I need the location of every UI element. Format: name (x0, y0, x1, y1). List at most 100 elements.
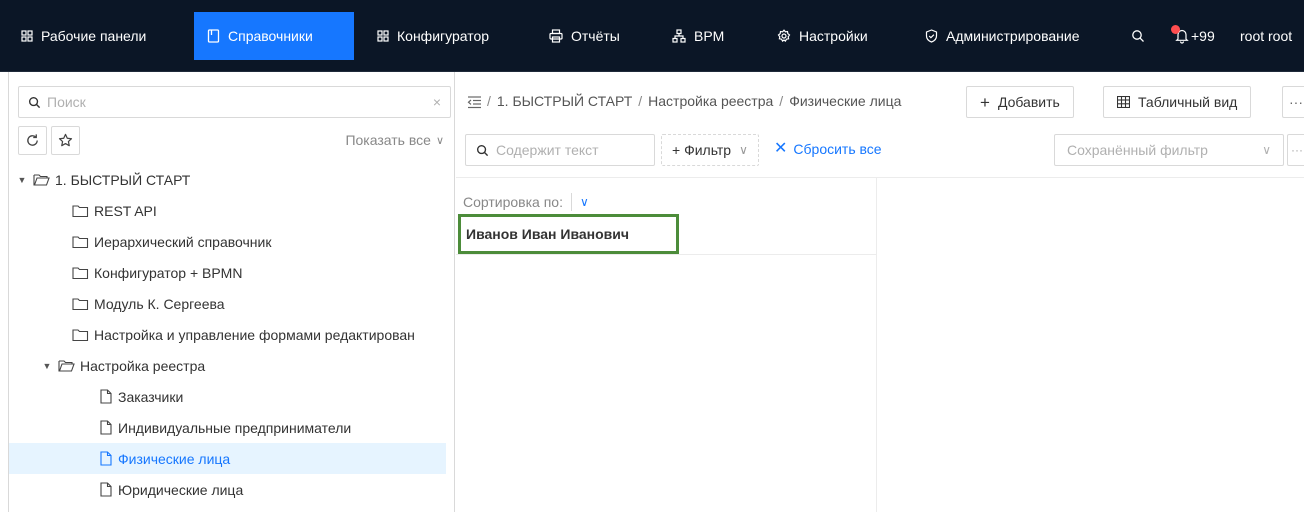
record-name: Иванов Иван Иванович (466, 226, 630, 242)
saved-filter-placeholder: Сохранённый фильтр (1067, 142, 1208, 158)
gear-icon (777, 29, 791, 42)
user-name: root root (1240, 28, 1293, 44)
favorites-button[interactable] (51, 126, 80, 155)
printer-icon (549, 29, 563, 43)
notification-count: +99 (1191, 28, 1215, 44)
tree-item-label: Заказчики (118, 388, 184, 405)
tree-item-label: Конфигуратор + BPMN (94, 264, 243, 281)
table-view-button[interactable]: Табличный вид (1103, 86, 1252, 118)
grid-icon (21, 30, 33, 42)
tree-item-label: Юридические лица (118, 481, 244, 498)
nav-item-label: Отчёты (571, 28, 620, 44)
tree-item-label: Физические лица (118, 450, 231, 467)
shield-check-icon (925, 29, 938, 43)
add-button[interactable]: + Добавить (966, 86, 1074, 118)
file-icon (100, 482, 112, 497)
panel-divider (876, 177, 877, 512)
tree-item-label: Иерархический справочник (94, 233, 272, 250)
add-button-label: Добавить (997, 94, 1060, 110)
refresh-icon (27, 134, 38, 146)
content-search-input[interactable]: Содержит текст (465, 134, 655, 166)
breadcrumb-separator: / (638, 93, 643, 109)
breadcrumb-item-current: Физические лица (789, 93, 902, 109)
nav-item-directories[interactable]: Справочники (194, 12, 354, 60)
directory-sidebar: Поиск × Показать все ∨ ▼ 1. БЫСТРЫЙ СТАР… (8, 72, 455, 512)
chevron-down-icon: ∨ (579, 195, 589, 209)
nav-item-label: Настройки (799, 28, 868, 44)
sitemap-icon (672, 29, 686, 43)
clear-icon[interactable]: × (433, 94, 441, 110)
reset-filters-button[interactable]: ✕ Сбросить все (774, 141, 882, 158)
sort-separator (570, 193, 572, 211)
more-actions-button[interactable]: ··· (1282, 86, 1304, 118)
toolbar-divider (456, 177, 1304, 178)
search-icon (476, 144, 489, 156)
sidebar-toggle-button[interactable] (467, 95, 482, 112)
nav-item-bpm[interactable]: BPM (659, 12, 737, 60)
add-filter-button[interactable]: + Фильтр ∨ (661, 134, 759, 166)
file-icon (100, 451, 112, 466)
folder-icon (72, 328, 89, 341)
reset-filters-label: Сбросить все (793, 141, 882, 157)
tree-item[interactable]: Заказчики (9, 381, 446, 412)
nav-item-settings[interactable]: Настройки (764, 12, 881, 60)
notifications-button[interactable]: +99 (1162, 12, 1228, 60)
grid-icon (377, 30, 389, 42)
breadcrumb-item[interactable]: Настройка реестра (648, 93, 773, 109)
folder-icon (72, 266, 89, 279)
nav-search-button[interactable] (1118, 12, 1158, 60)
tree-item[interactable]: Индивидуальные предприниматели (9, 412, 446, 443)
tree-item-label: Индивидуальные предприниматели (118, 419, 352, 436)
sort-control[interactable]: Сортировка по: ∨ (463, 193, 589, 211)
tree-item[interactable]: Конфигуратор + BPMN (9, 257, 446, 288)
tree-item[interactable]: Иерархический справочник (9, 226, 446, 257)
tree-item[interactable]: Юридические лица (9, 474, 446, 505)
tree-item-label: Настройка и управление формами редактиро… (94, 326, 415, 343)
nav-item-label: Конфигуратор (397, 28, 490, 44)
folder-open-icon (58, 359, 75, 372)
table-view-label: Табличный вид (1138, 94, 1238, 110)
refresh-button[interactable] (18, 126, 47, 155)
saved-filter-more-button[interactable]: ··· (1287, 134, 1304, 166)
folder-open-icon (33, 173, 50, 186)
nav-item-label: Администрирование (946, 28, 1080, 44)
notification-dot (1171, 25, 1180, 34)
show-all-label: Показать все (345, 132, 431, 148)
user-menu[interactable]: root root (1227, 12, 1304, 60)
list-item-divider (456, 254, 876, 255)
nav-item-dashboards[interactable]: Рабочие панели (8, 12, 159, 60)
nav-item-label: BPM (694, 28, 725, 44)
more-icon: ··· (1289, 94, 1303, 110)
tree-item[interactable]: Настройка и управление формами редактиро… (9, 319, 446, 350)
show-all-dropdown[interactable]: Показать все ∨ (345, 132, 444, 148)
nav-item-label: Рабочие панели (41, 28, 147, 44)
tree-item[interactable]: ▼ Настройка реестра (9, 350, 446, 381)
list-item[interactable]: Иванов Иван Иванович (458, 214, 679, 254)
book-icon (207, 29, 220, 43)
file-icon (100, 420, 112, 435)
tree-item-selected[interactable]: Физические лица (9, 443, 446, 474)
caret-down-icon[interactable]: ▼ (16, 175, 28, 185)
tree-item[interactable]: REST API (9, 195, 446, 226)
tree-item[interactable]: Модуль К. Сергеева (9, 288, 446, 319)
tree-item-label: Настройка реестра (80, 357, 206, 374)
folder-icon (72, 235, 89, 248)
breadcrumb-item[interactable]: 1. БЫСТРЫЙ СТАРТ (497, 93, 632, 109)
tree-item-label: Модуль К. Сергеева (94, 295, 225, 312)
nav-item-administration[interactable]: Администрирование (912, 12, 1093, 60)
add-filter-label: + Фильтр (672, 142, 732, 158)
caret-down-icon[interactable]: ▼ (41, 361, 53, 371)
nav-item-reports[interactable]: Отчёты (536, 12, 633, 60)
sidebar-search-input[interactable]: Поиск × (18, 86, 451, 118)
search-placeholder: Поиск (47, 94, 86, 110)
saved-filter-select[interactable]: Сохранённый фильтр ∨ (1054, 134, 1284, 166)
tree-item[interactable]: ▼ 1. БЫСТРЫЙ СТАРТ (9, 164, 446, 195)
top-navigation: Рабочие панели Справочники Конфигуратор … (0, 0, 1304, 72)
tree-item-label: REST API (94, 202, 157, 219)
search-icon (28, 96, 41, 108)
nav-item-configurator[interactable]: Конфигуратор (364, 12, 502, 60)
plus-icon: + (980, 92, 990, 112)
chevron-down-icon: ∨ (435, 134, 444, 147)
search-icon (1132, 30, 1144, 42)
breadcrumb-separator: / (487, 93, 491, 109)
